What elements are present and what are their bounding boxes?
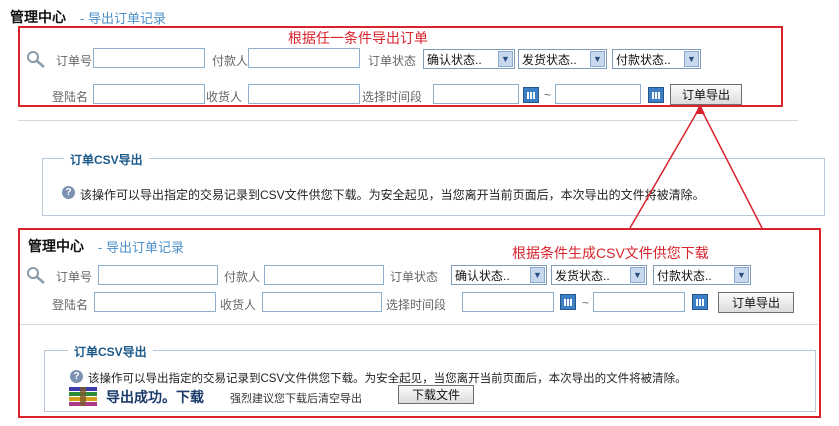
divider [18, 120, 798, 121]
confirm-status-value: 确认状态.. [455, 268, 510, 283]
search-icon [27, 267, 45, 284]
end-date-input[interactable] [593, 292, 685, 312]
confirm-status-select[interactable]: 确认状态.. ▼ [451, 265, 547, 285]
receiver-input[interactable] [248, 84, 360, 104]
chevron-down-icon: ▼ [590, 51, 605, 67]
payer-label: 付款人 [224, 270, 261, 284]
order-no-label: 订单号 [56, 54, 93, 68]
pay-status-select[interactable]: 付款状态.. ▼ [653, 265, 751, 285]
payer-input[interactable] [264, 265, 384, 285]
login-label: 登陆名 [52, 298, 89, 312]
info-text: 该操作可以导出指定的交易记录到CSV文件供您下载。为安全起见，当您离开当前页面后… [88, 373, 687, 385]
order-status-label: 订单状态 [390, 270, 439, 284]
pay-status-value: 付款状态.. [616, 52, 671, 67]
end-date-input[interactable] [555, 84, 641, 104]
order-no-input[interactable] [93, 48, 205, 68]
page-title: 管理中心 [28, 238, 84, 254]
start-date-input[interactable] [462, 292, 554, 312]
login-input[interactable] [93, 84, 205, 104]
ship-status-value: 发货状态.. [555, 268, 610, 283]
page-subtitle: - 导出订单记录 [80, 11, 166, 26]
question-icon: ? [62, 186, 75, 199]
download-file-button[interactable]: 下载文件 [398, 385, 474, 404]
ship-status-value: 发货状态.. [522, 52, 577, 67]
calendar-icon[interactable] [523, 87, 539, 103]
divider [20, 324, 818, 325]
annotation-text-bottom: 根据条件生成CSV文件供您下载 [512, 245, 709, 261]
search-icon [27, 51, 45, 68]
csv-export-legend: 订单CSV导出 [68, 343, 153, 360]
suggest-text: 强烈建议您下载后清空导出 [230, 393, 362, 405]
export-orders-button[interactable]: 订单导出 [670, 84, 742, 105]
login-input[interactable] [94, 292, 216, 312]
pay-status-select[interactable]: 付款状态.. ▼ [612, 49, 701, 69]
annotation-text-top: 根据任一条件导出订单 [288, 30, 428, 46]
pay-status-value: 付款状态.. [657, 268, 712, 283]
calendar-icon[interactable] [560, 294, 576, 310]
archive-file-icon [69, 387, 97, 406]
chevron-down-icon: ▼ [630, 267, 645, 283]
calendar-icon[interactable] [648, 87, 664, 103]
payer-input[interactable] [248, 48, 360, 68]
ship-status-select[interactable]: 发货状态.. ▼ [551, 265, 647, 285]
page-title: 管理中心 [10, 9, 66, 25]
csv-export-legend: 订单CSV导出 [64, 151, 149, 168]
info-text: 该操作可以导出指定的交易记录到CSV文件供您下载。为安全起见，当您离开当前页面后… [80, 188, 705, 202]
chevron-down-icon: ▼ [530, 267, 545, 283]
chevron-down-icon: ▼ [498, 51, 513, 67]
confirm-status-select[interactable]: 确认状态.. ▼ [423, 49, 515, 69]
time-range-label: 选择时间段 [386, 298, 447, 312]
chevron-down-icon: ▼ [684, 51, 699, 67]
order-no-input[interactable] [98, 265, 218, 285]
ship-status-select[interactable]: 发货状态.. ▼ [518, 49, 607, 69]
calendar-icon[interactable] [692, 294, 708, 310]
order-status-label: 订单状态 [368, 54, 417, 68]
confirm-status-value: 确认状态.. [427, 52, 482, 67]
login-label: 登陆名 [52, 90, 89, 104]
export-success-text: 导出成功。下载 [106, 389, 204, 405]
page-subtitle: - 导出订单记录 [98, 240, 184, 255]
range-tilde: ~ [582, 296, 590, 310]
order-no-label: 订单号 [56, 270, 93, 284]
receiver-input[interactable] [262, 292, 382, 312]
chevron-down-icon: ▼ [734, 267, 749, 283]
range-tilde: ~ [544, 88, 552, 102]
time-range-label: 选择时间段 [362, 90, 423, 104]
receiver-label: 收货人 [220, 298, 257, 312]
payer-label: 付款人 [212, 54, 249, 68]
start-date-input[interactable] [433, 84, 519, 104]
question-icon: ? [70, 370, 83, 383]
receiver-label: 收货人 [206, 90, 243, 104]
export-orders-button[interactable]: 订单导出 [718, 292, 794, 313]
